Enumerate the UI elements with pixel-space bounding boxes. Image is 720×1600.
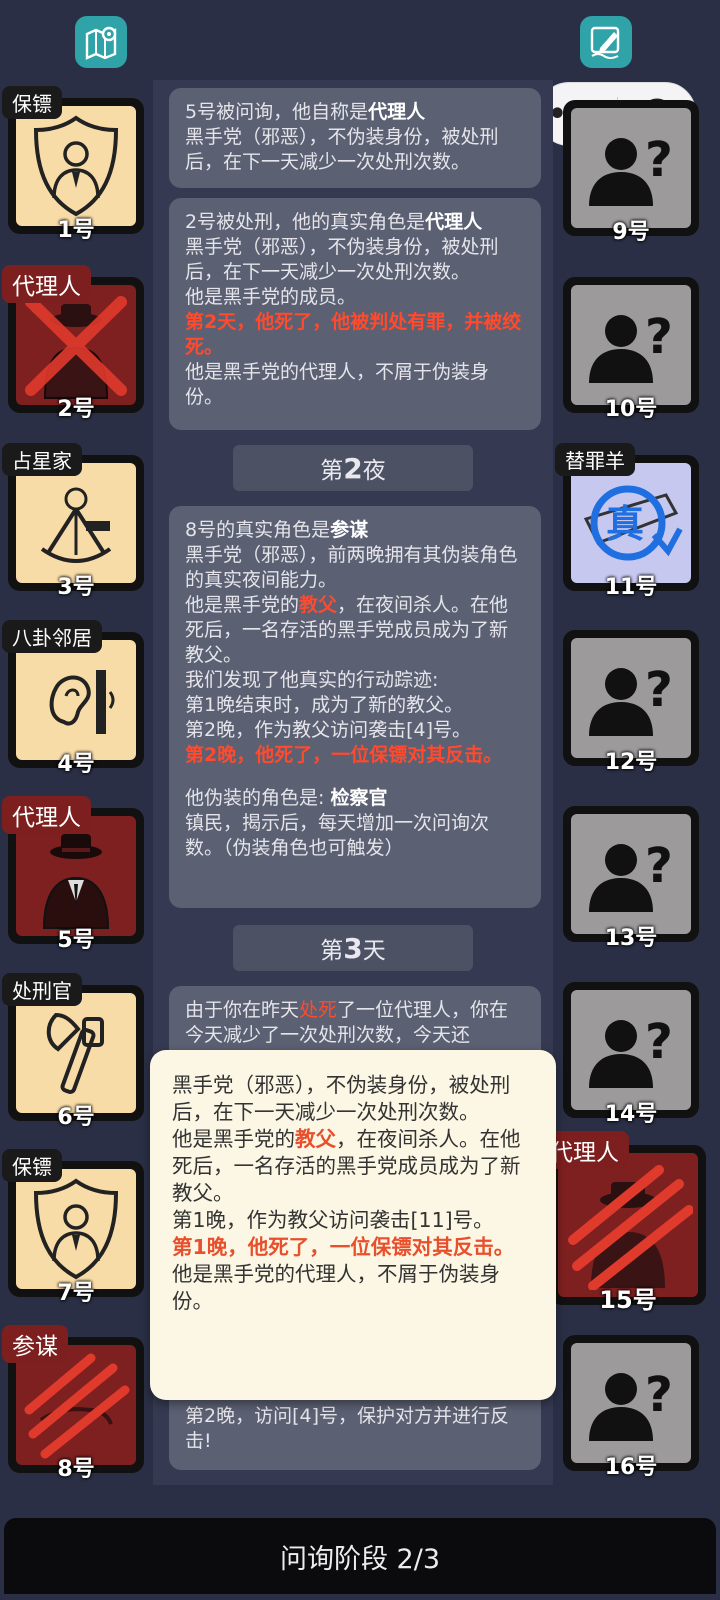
- unknown-player-icon: ?: [589, 662, 673, 736]
- map-button[interactable]: [75, 16, 127, 68]
- svg-text:真: 真: [606, 502, 644, 546]
- shield-bodyguard-icon: [33, 115, 119, 217]
- player-card-7[interactable]: 保镖 7号: [2, 1149, 144, 1306]
- unknown-player-icon: ?: [589, 309, 673, 383]
- shield-bodyguard-icon: [33, 1178, 119, 1280]
- dead-agent-icon: [25, 296, 127, 399]
- phase-status-bar[interactable]: 问询阶段 2/3: [4, 1518, 716, 1594]
- role-detail-popup[interactable]: 黑手党（邪恶），不伪装身份，被处刑后，在下一天减少一次处刑次数。 他是黑手党的教…: [150, 1050, 556, 1400]
- phase-divider: 第3天: [233, 925, 473, 971]
- notes-button[interactable]: [580, 16, 632, 68]
- player-card-5[interactable]: 代理人 5号: [2, 796, 144, 953]
- svg-text:?: ?: [645, 132, 673, 188]
- pen-note-icon: [590, 26, 620, 59]
- player-card-9[interactable]: ? 9号: [563, 100, 699, 245]
- sextant-astrologer-icon: [40, 487, 112, 563]
- mafia-agent-icon: [42, 834, 110, 929]
- player-card-11[interactable]: 真 替罪羊 11号: [555, 443, 699, 600]
- player-card-10[interactable]: ? 10号: [563, 277, 699, 422]
- axe-executioner-icon: [46, 1012, 104, 1094]
- log-message: 8号的真实角色是参谋 黑手党（邪恶），前两晚拥有其伪装角色的真实夜间能力。 他是…: [169, 506, 541, 908]
- svg-text:?: ?: [645, 309, 673, 365]
- player-card-3[interactable]: 占星家 3号: [2, 443, 144, 600]
- svg-text:?: ?: [645, 662, 673, 718]
- player-card-6[interactable]: 处刑官 6号: [2, 973, 144, 1130]
- player-card-2[interactable]: 代理人 2号: [2, 265, 144, 422]
- player-card-15[interactable]: 代理人 15号: [540, 1131, 706, 1314]
- phase-divider: 第2夜: [233, 445, 473, 491]
- player-card-16[interactable]: ? 16号: [563, 1335, 699, 1480]
- player-card-8[interactable]: 参谋 8号: [2, 1325, 144, 1482]
- player-card-13[interactable]: ? 13号: [563, 806, 699, 951]
- svg-text:?: ?: [645, 1014, 673, 1070]
- claw-slash-icon: [24, 1353, 130, 1459]
- dead-agent-claw-icon: [568, 1165, 693, 1290]
- log-message: 第2晚，访问[4]号，保护对方并进行反击!: [169, 1390, 541, 1470]
- unknown-player-icon: ?: [589, 1014, 673, 1088]
- unknown-player-icon: ?: [589, 838, 673, 912]
- player-card-4[interactable]: 八卦邻居 4号: [2, 620, 144, 777]
- player-card-1[interactable]: 保镖 1号: [2, 86, 144, 243]
- svg-text:?: ?: [645, 1367, 673, 1423]
- svg-text:?: ?: [645, 838, 673, 894]
- ear-gossip-icon: [49, 670, 115, 734]
- player-card-14[interactable]: ? 14号: [563, 982, 699, 1127]
- scapegoat-true-stamp-icon: 真: [583, 485, 683, 561]
- unknown-player-icon: ?: [589, 132, 673, 206]
- unknown-player-icon: ?: [589, 1367, 673, 1441]
- player-card-12[interactable]: ? 12号: [563, 630, 699, 775]
- log-message: 5号被问询，他自称是代理人 黑手党（邪恶），不伪装身份，被处刑后，在下一天减少一…: [169, 88, 541, 188]
- map-pin-icon: [85, 26, 117, 60]
- log-message: 2号被处刑，他的真实角色是代理人 黑手党（邪恶），不伪装身份，被处刑后，在下一天…: [169, 198, 541, 430]
